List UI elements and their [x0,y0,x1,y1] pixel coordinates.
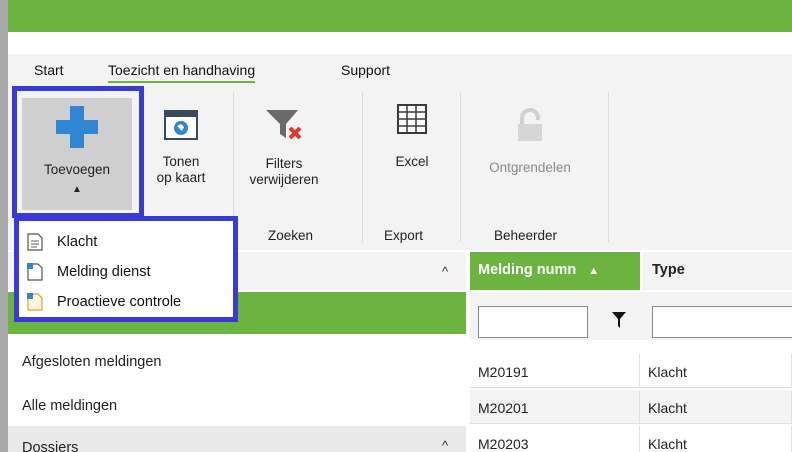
dossiers-header[interactable]: Dossiers ^ [8,426,466,452]
table-cell[interactable]: M20191 [470,354,640,388]
filter-input-type[interactable] [652,306,792,338]
menu-bar: Start Toezicht en handhaving Support [8,54,792,90]
dropdown-item-melding-dienst[interactable]: Melding dienst [27,261,151,283]
excel-button[interactable]: Excel [374,104,450,170]
dropdown-item-proactieve-controle[interactable]: Proactieve controle [27,291,181,313]
lock-icon [515,108,545,142]
table-cell[interactable]: M20203 [470,426,640,452]
column-header-type[interactable]: Type [642,252,792,290]
ribbon-separator [460,92,461,242]
filter-remove-icon [264,108,304,142]
menu-start[interactable]: Start [34,62,64,78]
tonen-op-kaart-button[interactable]: Tonen op kaart [146,110,216,186]
document-icon [27,233,43,251]
filter-input-melding[interactable] [478,306,588,338]
column-header-label: Type [652,262,685,278]
toevoegen-dropdown-menu: Klacht Melding dienst Proactieve control… [14,216,238,322]
filters-label-2: verwijderen [249,172,319,187]
table-cell[interactable]: Klacht [640,426,792,452]
group-label-beheerder: Beheerder [494,228,558,243]
group-label-export: Export [384,228,424,243]
dropdown-item-label: Melding dienst [57,264,151,280]
grid-icon [397,104,427,134]
window-left-edge [0,0,8,452]
ribbon-separator [608,92,609,242]
tonen-label-1: Tonen [162,154,200,169]
chevron-up-icon[interactable]: ^ [442,264,448,279]
ontgrendelen-label: Ontgrendelen [489,160,571,175]
filter-icon[interactable] [612,312,626,331]
dropdown-item-label: Proactieve controle [57,294,182,310]
ontgrendelen-button[interactable]: Ontgrendelen [472,108,588,176]
document-orange-icon [27,293,43,311]
table-cell[interactable]: M20201 [470,390,640,424]
list-item-afgesloten[interactable]: Afgesloten meldingen [22,354,161,370]
filters-verwijderen-button[interactable]: Filters verwijderen [238,108,330,188]
app-header-bar [8,0,792,32]
list-item-alle-meldingen[interactable]: Alle meldingen [22,398,117,414]
menu-support[interactable]: Support [341,62,390,78]
excel-label: Excel [395,154,429,169]
group-label-zoeken: Zoeken [268,228,314,243]
dropdown-item-label: Klacht [57,234,98,250]
toevoegen-highlight-box [12,86,144,218]
document-blue-icon [27,263,43,281]
column-header-label: Melding numn [478,262,577,278]
chevron-up-icon[interactable]: ^ [442,438,448,452]
ribbon-separator [362,92,363,242]
dropdown-item-klacht[interactable]: Klacht [27,231,97,253]
dossiers-label: Dossiers [22,440,79,452]
table-cell[interactable]: Klacht [640,390,792,424]
map-window-icon [164,110,198,140]
menu-toezicht-en-handhaving[interactable]: Toezicht en handhaving [108,62,256,83]
tonen-label-2: op kaart [156,170,206,185]
sort-asc-icon: ▲ [588,265,600,277]
filters-label-1: Filters [265,156,303,171]
table-cell[interactable]: Klacht [640,354,792,388]
column-header-melding-nummer[interactable]: Melding numn ▲ [470,252,640,290]
